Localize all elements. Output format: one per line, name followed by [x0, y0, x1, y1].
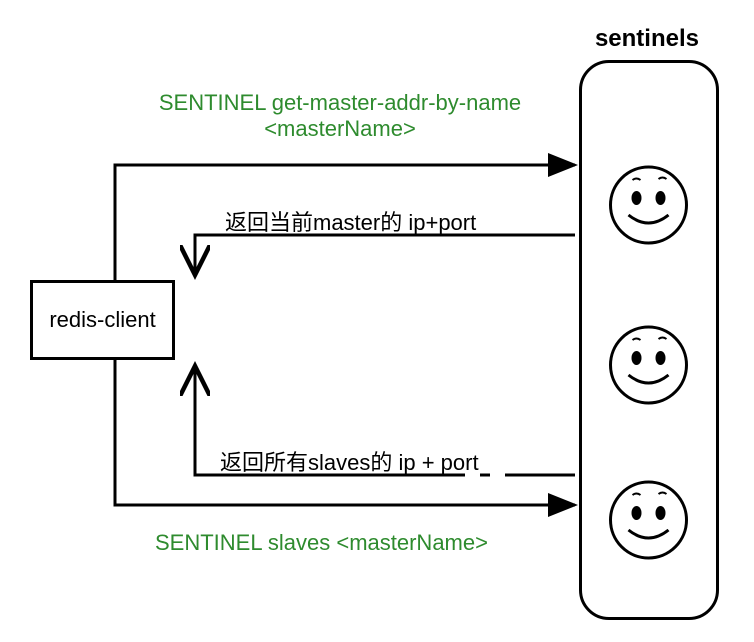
sentinel-node-1: [607, 163, 692, 248]
client-label: redis-client: [49, 307, 155, 333]
sentinels-title: sentinels: [595, 25, 699, 53]
response-slaves: 返回所有slaves的 ip + port: [220, 445, 479, 477]
command-slaves: SENTINEL slaves <masterName>: [155, 530, 488, 556]
command-get-master: SENTINEL get-master-addr-by-name <master…: [130, 90, 550, 142]
sentinels-container: [579, 60, 719, 620]
redis-client-box: redis-client: [30, 280, 175, 360]
sentinel-node-3: [607, 478, 692, 563]
sentinel-node-2: [607, 323, 692, 408]
response-master: 返回当前master的 ip+port: [225, 205, 476, 237]
